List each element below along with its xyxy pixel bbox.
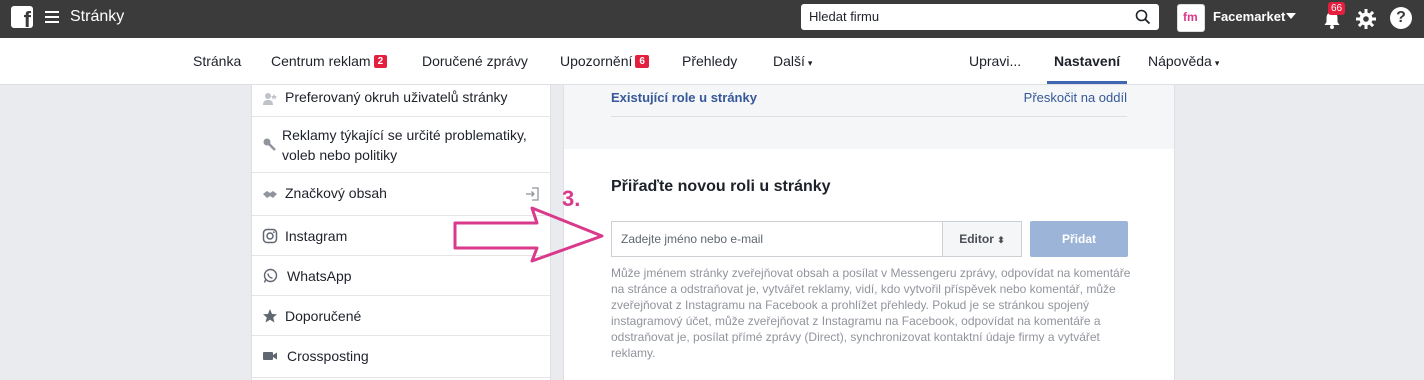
notification-badge: 66	[1328, 2, 1346, 15]
profile-name[interactable]: Facemarket	[1213, 9, 1285, 24]
facebook-logo-icon[interactable]: f	[11, 6, 33, 31]
gear-icon[interactable]	[1355, 8, 1377, 30]
sort-caret-icon: ⬍	[997, 235, 1005, 245]
nav-item-notifications[interactable]: Upozornění 6	[560, 53, 649, 69]
nav-label: Nápověda	[1148, 53, 1212, 69]
divider	[611, 116, 1127, 117]
instagram-icon	[262, 228, 278, 244]
nav-label: Centrum reklam	[271, 53, 371, 69]
nav-label: Nastavení	[1054, 53, 1121, 69]
sidebar-item-label: Značkový obsah	[285, 185, 387, 201]
chevron-down-icon[interactable]	[1286, 13, 1296, 19]
name-email-input[interactable]	[621, 232, 931, 246]
nav-item-help[interactable]: Nápověda ▾	[1148, 53, 1219, 69]
star-icon	[263, 309, 277, 323]
sidebar-item-label: Instagram	[285, 228, 348, 244]
add-role-button[interactable]: Přidat	[1030, 221, 1128, 257]
count-badge: 2	[373, 55, 388, 68]
nav-label: Doručené zprávy	[422, 53, 528, 69]
nav-item-edit[interactable]: Upravi...	[969, 53, 1021, 69]
nav-item-more[interactable]: Další ▾	[773, 53, 812, 69]
nav-item-insights[interactable]: Přehledy	[682, 53, 737, 69]
page-nav: Stránka Centrum reklam 2 Doručené zprávy …	[0, 38, 1424, 85]
existing-roles-header: Existující role u stránky Přeskočit na o…	[564, 85, 1174, 149]
nav-item-inbox[interactable]: Doručené zprávy	[422, 53, 528, 69]
video-icon	[263, 352, 277, 360]
avatar-text: fm	[1183, 10, 1198, 24]
sidebar-item-label: Doporučené	[285, 308, 362, 324]
sidebar-item-label: Preferovaný okruh uživatelů stránky	[285, 89, 508, 105]
audience-icon	[263, 93, 277, 105]
sidebar-item-label: WhatsApp	[287, 268, 352, 284]
whatsapp-icon	[263, 268, 278, 283]
role-value: Editor	[959, 232, 994, 246]
nav-label: Stránka	[193, 53, 242, 69]
sidebar-item-label: Crossposting	[287, 348, 369, 364]
active-tab-indicator	[1047, 81, 1127, 84]
assign-role-title: Přiřaďte novou roli u stránky	[611, 178, 831, 195]
search-box[interactable]	[801, 4, 1159, 30]
nav-item-ad-center[interactable]: Centrum reklam 2	[271, 53, 388, 69]
name-email-field[interactable]	[611, 221, 943, 257]
avatar[interactable]: fm	[1177, 4, 1205, 32]
sidebar-item-preferred-audience[interactable]: Preferovaný okruh uživatelů stránky	[252, 85, 550, 117]
open-panel-icon[interactable]	[525, 187, 539, 201]
sidebar-item-recommended[interactable]: Doporučené	[252, 296, 550, 336]
nav-label: Přehledy	[682, 53, 738, 69]
top-bar: f Stránky fm Facemarket 66 ?	[0, 0, 1424, 38]
menu-icon[interactable]	[45, 11, 59, 23]
sidebar-item-label: Reklamy týkající se určité problematiky,…	[282, 127, 527, 163]
role-description: Může jménem stránky zveřejňovat obsah a …	[611, 266, 1131, 360]
app-title[interactable]: Stránky	[70, 8, 124, 26]
nav-item-page[interactable]: Stránka	[193, 53, 241, 69]
caret-down-icon: ▾	[807, 58, 813, 68]
search-icon[interactable]	[1135, 9, 1151, 25]
caret-down-icon: ▾	[1214, 58, 1220, 68]
nav-label: Upravi...	[969, 53, 1022, 69]
nav-label: Upozornění	[560, 53, 633, 69]
sidebar-item-political-ads[interactable]: Reklamy týkající se určité problematiky,…	[252, 117, 550, 173]
sidebar-item-crossposting[interactable]: Crossposting	[252, 336, 550, 378]
help-icon[interactable]: ?	[1390, 7, 1412, 29]
role-dropdown[interactable]: Editor ⬍	[942, 221, 1022, 257]
handshake-icon	[263, 191, 277, 198]
page-roles-panel: Existující role u stránky Přeskočit na o…	[563, 85, 1175, 380]
nav-label: Další	[773, 53, 805, 69]
wrench-icon	[263, 138, 276, 151]
nav-item-settings[interactable]: Nastavení	[1054, 53, 1120, 69]
skip-to-section-link[interactable]: Přeskočit na oddíl	[1024, 90, 1127, 105]
count-badge: 6	[635, 55, 649, 68]
existing-roles-title[interactable]: Existující role u stránky	[611, 90, 757, 105]
arrow-right-icon	[453, 206, 604, 263]
search-input[interactable]	[809, 9, 1129, 24]
